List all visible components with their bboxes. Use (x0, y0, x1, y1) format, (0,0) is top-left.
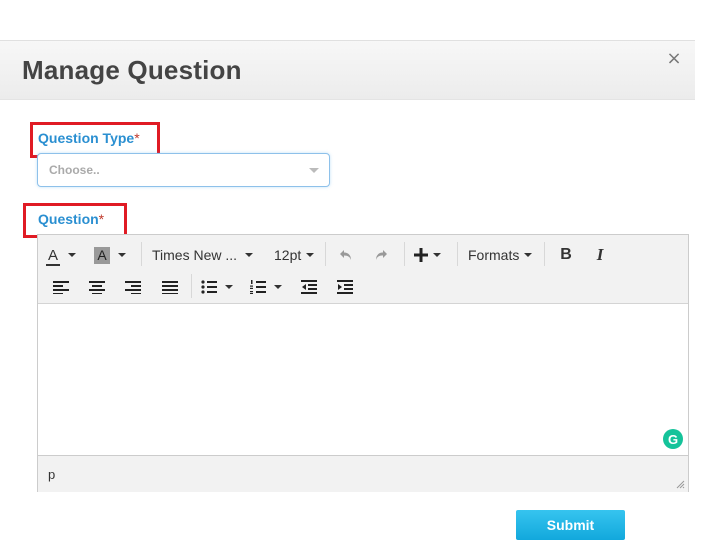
toolbar-separator (325, 242, 326, 266)
numbered-list-button[interactable] (250, 274, 282, 300)
chevron-down-icon (118, 253, 126, 257)
align-left-button[interactable] (53, 274, 69, 300)
redo-button[interactable] (373, 242, 389, 268)
formats-menu[interactable]: Formats (468, 242, 533, 268)
editor-statusbar: p (38, 455, 688, 492)
italic-button[interactable]: I (590, 242, 610, 268)
grammarly-icon[interactable]: G (663, 429, 683, 449)
submit-button[interactable]: Submit (516, 510, 625, 540)
align-justify-icon (162, 281, 178, 294)
question-label: Question* (38, 211, 105, 227)
bold-icon: B (560, 246, 572, 263)
italic-icon: I (596, 245, 604, 264)
toolbar-separator (544, 242, 545, 266)
close-button[interactable]: × (662, 47, 686, 71)
toolbar-separator (141, 242, 142, 266)
undo-button[interactable] (338, 242, 354, 268)
toolbar-row-2 (38, 270, 688, 302)
chevron-down-icon (306, 253, 315, 257)
select-placeholder: Choose.. (49, 163, 100, 177)
redo-icon (376, 250, 387, 260)
numbered-list-icon (250, 280, 266, 294)
chevron-down-icon (309, 168, 319, 173)
font-size-select[interactable]: 12pt (274, 242, 315, 268)
toolbar-separator (457, 242, 458, 266)
undo-icon (340, 250, 351, 260)
rich-text-editor: A A Times New ... 12pt Formats B I G p (37, 234, 689, 492)
indent-button[interactable] (337, 274, 353, 300)
align-left-icon (53, 281, 69, 294)
bullet-list-icon (201, 280, 217, 294)
insert-button[interactable] (414, 242, 441, 268)
toolbar-row-1: A A Times New ... 12pt Formats B I (38, 238, 688, 270)
plus-icon (414, 248, 428, 262)
align-center-icon (89, 281, 105, 294)
font-family-select[interactable]: Times New ... (152, 242, 254, 268)
align-center-button[interactable] (89, 274, 105, 300)
background-color-button[interactable]: A (94, 242, 126, 268)
bullet-list-button[interactable] (201, 274, 233, 300)
resize-handle-icon[interactable] (676, 480, 685, 489)
outdent-button[interactable] (301, 274, 317, 300)
background-color-icon: A (94, 246, 110, 264)
editor-content-area[interactable] (38, 303, 688, 455)
toolbar-separator (191, 274, 192, 298)
chevron-down-icon (68, 253, 76, 257)
align-right-icon (125, 281, 141, 294)
chevron-down-icon (225, 285, 233, 289)
required-mark: * (134, 130, 140, 146)
bold-button[interactable]: B (556, 242, 576, 268)
indent-icon (337, 280, 353, 294)
editor-toolbar: A A Times New ... 12pt Formats B I (38, 235, 688, 304)
required-mark: * (98, 211, 105, 227)
modal-title: Manage Question (22, 55, 242, 85)
outdent-icon (301, 280, 317, 294)
chevron-down-icon (245, 253, 254, 257)
toolbar-separator (404, 242, 405, 266)
modal-header: Manage Question × (0, 40, 695, 100)
chevron-down-icon (433, 253, 441, 257)
question-type-label: Question Type* (38, 130, 140, 146)
text-color-icon: A (46, 246, 60, 266)
chevron-down-icon (274, 285, 282, 289)
element-path[interactable]: p (48, 467, 55, 482)
text-color-button[interactable]: A (46, 242, 76, 268)
question-type-select[interactable]: Choose.. (37, 153, 330, 187)
align-right-button[interactable] (125, 274, 141, 300)
chevron-down-icon (524, 253, 533, 257)
align-justify-button[interactable] (162, 274, 178, 300)
